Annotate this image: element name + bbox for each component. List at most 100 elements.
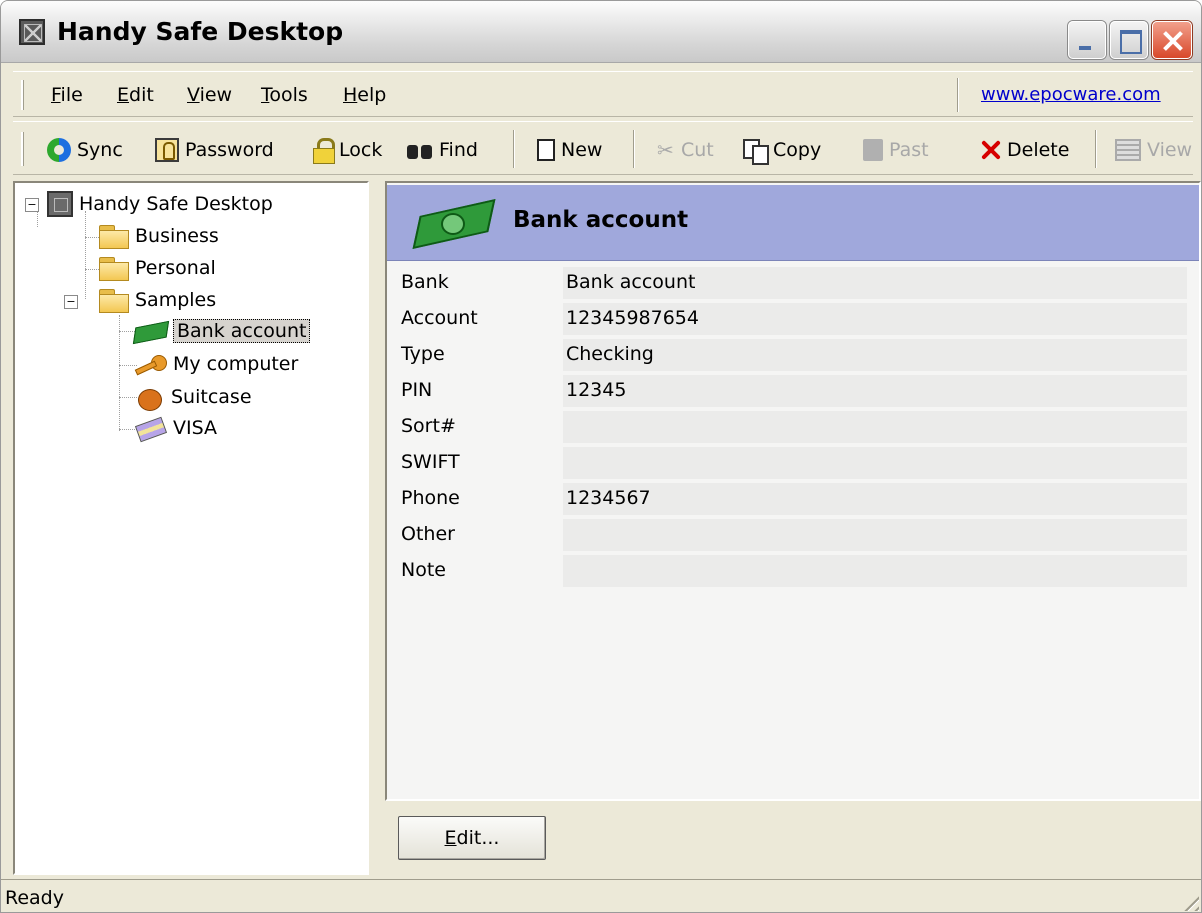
menu-file[interactable]: File [51, 84, 83, 106]
tree-item-suitcase[interactable]: Suitcase [135, 385, 252, 411]
website-link[interactable]: www.epocware.com [981, 84, 1161, 105]
menu-tools[interactable]: Tools [261, 84, 308, 106]
tree-item-visa[interactable]: VISA [135, 417, 217, 439]
status-bar: Ready [1, 879, 1201, 912]
field-label: Bank [401, 271, 449, 293]
tree-item-label: Bank account [173, 319, 311, 343]
menu-bar-grip[interactable] [21, 80, 24, 110]
find-label: Find [439, 139, 478, 161]
copy-button[interactable]: Copy [743, 134, 821, 166]
sync-button[interactable]: Sync [47, 134, 123, 166]
app-icon[interactable] [19, 19, 45, 45]
tree-line [119, 315, 120, 431]
tree-item-label: Handy Safe Desktop [79, 193, 273, 215]
paste-label: Past [889, 139, 929, 161]
folder-icon [99, 225, 129, 249]
field-label: SWIFT [401, 451, 460, 473]
toolbar-separator [513, 130, 515, 168]
sync-label: Sync [77, 139, 123, 161]
scissors-icon: ✂ [657, 138, 674, 162]
edit-record-button[interactable]: Edit... [398, 816, 546, 860]
menu-help-accel: H [343, 84, 358, 106]
field-row: Phone 1234567 [387, 483, 1199, 515]
menu-tools-label: ools [269, 84, 308, 106]
tree-line [85, 211, 86, 299]
menu-file-accel: F [51, 84, 61, 106]
lock-button[interactable]: Lock [313, 134, 382, 166]
resize-grip[interactable] [1179, 891, 1199, 911]
folder-icon [99, 257, 129, 281]
menu-bar: File Edit View Tools Help www.epocware.c… [13, 71, 1193, 117]
menu-edit[interactable]: Edit [117, 84, 154, 106]
find-button[interactable]: Find [407, 134, 478, 166]
new-button[interactable]: New [537, 134, 602, 166]
menu-view-accel: V [187, 84, 200, 106]
menu-help[interactable]: Help [343, 84, 386, 106]
lock-icon [313, 138, 335, 164]
minimize-button[interactable] [1068, 21, 1106, 59]
view-button[interactable]: View [1115, 134, 1192, 166]
sync-icon [47, 138, 71, 162]
tree-item-samples[interactable]: Samples [99, 289, 216, 313]
view-icon [1115, 139, 1141, 161]
tree-item-personal[interactable]: Personal [99, 257, 216, 281]
menu-view[interactable]: View [187, 84, 232, 106]
tree-item-bank-account[interactable]: Bank account [135, 319, 311, 343]
menu-file-label: ile [60, 84, 83, 106]
tree-item-root[interactable]: Handy Safe Desktop [47, 191, 273, 217]
app-window: Handy Safe Desktop File Edit View Tools … [0, 0, 1202, 913]
toolbar-grip[interactable] [21, 132, 24, 166]
record-title: Bank account [513, 207, 689, 233]
record-header: Bank account [387, 185, 1199, 261]
field-label: Other [401, 523, 455, 545]
title-bar[interactable]: Handy Safe Desktop [1, 1, 1201, 63]
field-label: Note [401, 559, 446, 581]
tree-line [37, 211, 38, 227]
edit-button-accel: E [444, 827, 457, 849]
password-label: Password [185, 139, 274, 161]
paste-button[interactable]: Past [863, 134, 929, 166]
menu-help-label: elp [357, 84, 387, 106]
delete-button[interactable]: Delete [979, 134, 1069, 166]
folder-tree[interactable]: − Handy Safe Desktop Business Personal −… [13, 181, 369, 875]
lock-label: Lock [339, 139, 383, 161]
key-icon [135, 353, 167, 375]
new-document-icon [537, 139, 555, 161]
new-label: New [561, 139, 603, 161]
field-row: SWIFT [387, 447, 1199, 479]
field-label: Type [401, 343, 445, 365]
field-value: 12345987654 [563, 303, 1187, 335]
field-label: Sort# [401, 415, 456, 437]
cut-label: Cut [681, 139, 714, 161]
money-icon [135, 320, 167, 342]
tree-item-label: VISA [173, 417, 218, 439]
menu-view-label: iew [199, 84, 233, 106]
money-icon [415, 197, 495, 249]
binoculars-icon [407, 139, 433, 161]
close-button[interactable] [1152, 21, 1192, 59]
status-text: Ready [5, 887, 64, 909]
delete-label: Delete [1007, 139, 1070, 161]
edit-button-label: dit... [456, 827, 500, 849]
view-label: View [1147, 139, 1193, 161]
collapse-root-toggle[interactable]: − [25, 198, 39, 212]
toolbar: Sync Password Lock Find New ✂ Cut Copy Pa… [13, 121, 1193, 175]
maximize-button[interactable] [1110, 21, 1148, 59]
record-detail-panel: Bank account Bank Bank account Account 1… [385, 181, 1201, 801]
field-label: PIN [401, 379, 433, 401]
field-label: Account [401, 307, 478, 329]
cut-button[interactable]: ✂ Cut [657, 134, 714, 166]
toolbar-separator [633, 130, 635, 168]
collapse-samples-toggle[interactable]: − [64, 295, 78, 309]
tree-item-my-computer[interactable]: My computer [135, 353, 298, 375]
tree-item-label: My computer [173, 353, 299, 375]
field-value: Checking [563, 339, 1187, 371]
password-icon [155, 138, 179, 162]
field-row: Note [387, 555, 1199, 587]
paste-icon [863, 139, 883, 161]
password-button[interactable]: Password [155, 134, 274, 166]
tree-item-label: Business [135, 225, 219, 247]
window-title: Handy Safe Desktop [57, 17, 344, 46]
field-value: Bank account [563, 267, 1187, 299]
tree-item-business[interactable]: Business [99, 225, 219, 249]
